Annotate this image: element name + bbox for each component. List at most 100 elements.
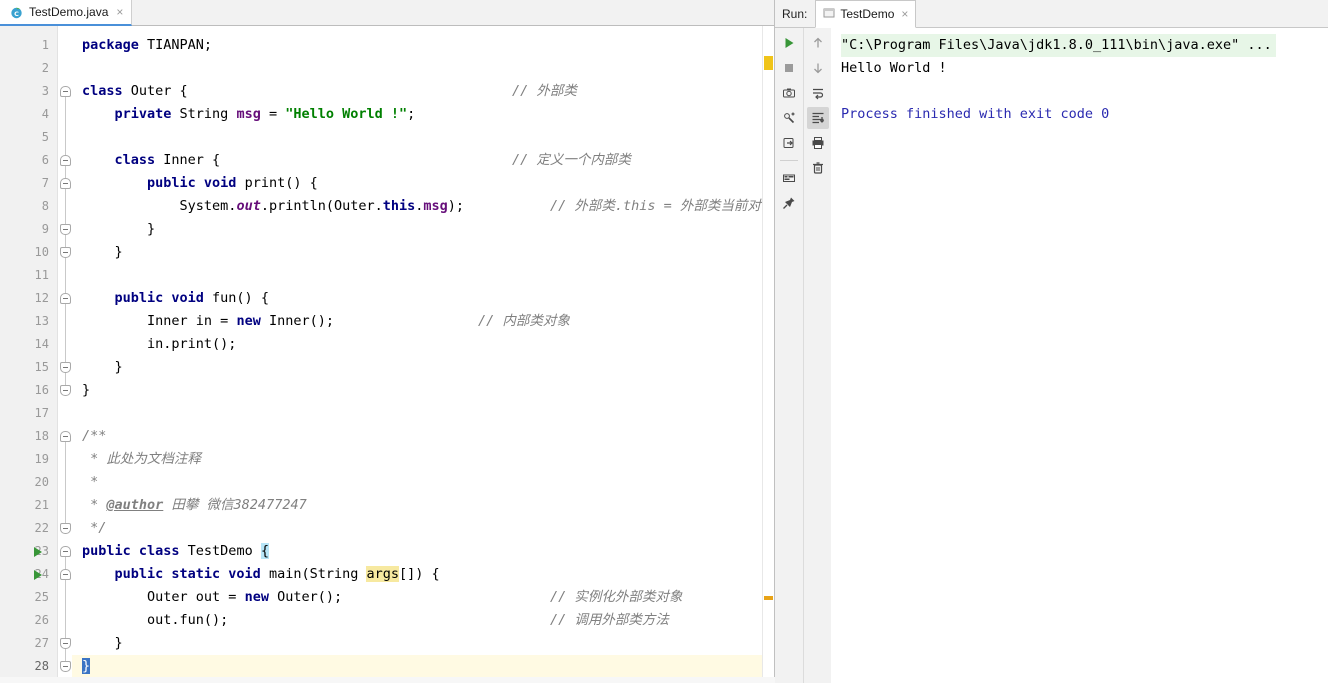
print-icon[interactable] xyxy=(807,132,829,154)
code-line[interactable]: private String msg = "Hello World !"; xyxy=(82,103,416,126)
code-token: TIANPAN; xyxy=(147,37,213,53)
code-token: private xyxy=(82,106,180,122)
fold-toggle-icon[interactable] xyxy=(60,247,71,258)
fold-toggle-icon[interactable] xyxy=(60,155,71,166)
code-line[interactable]: * 此处为文档注释 xyxy=(82,448,201,471)
code-line[interactable]: } xyxy=(82,356,123,379)
code-line[interactable]: class Outer { xyxy=(82,80,188,103)
close-icon[interactable]: × xyxy=(899,8,908,20)
scroll-to-end-icon[interactable] xyxy=(806,107,829,129)
code-folding-strip[interactable] xyxy=(58,26,72,683)
line-number: 26 xyxy=(34,613,49,627)
console-output[interactable]: "C:\Program Files\Java\jdk1.8.0_111\bin\… xyxy=(831,28,1328,683)
arrow-down-icon[interactable] xyxy=(807,57,829,79)
code-line[interactable]: * xyxy=(82,471,98,494)
code-token: print() { xyxy=(244,175,318,191)
code-line[interactable]: } xyxy=(82,632,123,655)
code-line[interactable]: public static void main(String args[]) { xyxy=(82,563,440,586)
close-icon[interactable]: × xyxy=(114,6,123,18)
scrollbar-marker[interactable] xyxy=(764,596,773,600)
code-token: in.print(); xyxy=(82,336,237,352)
fold-toggle-icon[interactable] xyxy=(60,362,71,373)
pin-icon[interactable] xyxy=(778,192,800,214)
fold-toggle-icon[interactable] xyxy=(60,178,71,189)
console-icon[interactable] xyxy=(778,167,800,189)
run-line-icon[interactable] xyxy=(34,570,42,580)
line-number: 21 xyxy=(34,498,49,512)
code-line[interactable]: public void print() { xyxy=(82,172,318,195)
line-number: 25 xyxy=(34,590,49,604)
line-number: 1 xyxy=(41,38,49,52)
code-comment: // 调用外部类方法 xyxy=(550,612,669,628)
fold-toggle-icon[interactable] xyxy=(60,224,71,235)
soft-wrap-icon[interactable] xyxy=(807,82,829,104)
editor-bottom-strip xyxy=(0,677,775,683)
code-token: new xyxy=(244,589,278,605)
code-comment: // 实例化外部类对象 xyxy=(550,589,683,605)
rerun-icon[interactable] xyxy=(778,32,800,54)
run-tab-label: TestDemo xyxy=(840,7,895,21)
code-line[interactable]: out.fun(); xyxy=(82,609,228,632)
code-line[interactable]: } xyxy=(82,218,155,241)
line-number: 6 xyxy=(41,153,49,167)
editor-tab-testdemo[interactable]: C TestDemo.java × xyxy=(0,0,133,26)
console-line: Process finished with exit code 0 xyxy=(841,106,1110,122)
arrow-up-icon[interactable] xyxy=(807,32,829,54)
camera-icon[interactable] xyxy=(778,82,800,104)
run-toolbar-right xyxy=(803,28,831,683)
code-token: Outer(); xyxy=(277,589,343,605)
line-number: 28 xyxy=(34,659,49,673)
line-number: 18 xyxy=(34,429,49,443)
fold-toggle-icon[interactable] xyxy=(60,385,71,396)
code-token: []) { xyxy=(399,566,440,582)
code-token: public class xyxy=(82,543,188,559)
code-line[interactable]: System.out.println(Outer.this.msg); xyxy=(82,195,465,218)
code-line[interactable]: in.print(); xyxy=(82,333,236,356)
scrollbar-marker[interactable] xyxy=(764,56,773,70)
trash-icon[interactable] xyxy=(807,157,829,179)
code-line[interactable]: public void fun() { xyxy=(82,287,269,310)
line-number: 14 xyxy=(34,337,49,351)
code-line[interactable]: /** xyxy=(82,425,106,448)
run-tab-testdemo[interactable]: TestDemo × xyxy=(815,0,917,28)
ide-window: C TestDemo.java × 1 2 3 4 5 6 7 8 9 10 11 12 13 14 15 1… xyxy=(0,0,1328,683)
fold-toggle-icon[interactable] xyxy=(60,523,71,534)
line-number: 13 xyxy=(34,314,49,328)
fold-toggle-icon[interactable] xyxy=(60,638,71,649)
code-line[interactable]: } xyxy=(82,379,90,402)
code-text-area[interactable]: package TIANPAN; class Outer { // 外部类 priv… xyxy=(72,26,762,683)
code-comment: // 外部类 xyxy=(512,83,577,99)
line-number: 7 xyxy=(41,176,49,190)
run-line-icon[interactable] xyxy=(34,547,42,557)
code-line[interactable]: } xyxy=(82,655,91,678)
code-line[interactable]: } xyxy=(82,241,123,264)
code-token: 田攀 微信382477247 xyxy=(163,497,307,513)
code-line[interactable]: class Inner { xyxy=(82,149,221,172)
code-token: * 此处为文档注释 xyxy=(82,451,201,467)
code-token: msg xyxy=(236,106,261,122)
code-line[interactable]: * @author 田攀 微信382477247 xyxy=(82,494,307,517)
editor-marker-scrollbar[interactable] xyxy=(762,26,774,683)
code-line[interactable]: package TIANPAN; xyxy=(82,34,212,57)
fold-toggle-icon[interactable] xyxy=(60,431,71,442)
fold-toggle-icon[interactable] xyxy=(60,546,71,557)
code-line[interactable]: Inner in = new Inner(); xyxy=(82,310,334,333)
editor-tab-strip: C TestDemo.java × xyxy=(0,0,774,26)
restore-layout-icon[interactable] xyxy=(778,107,800,129)
fold-toggle-icon[interactable] xyxy=(60,661,71,672)
editor-body: 1 2 3 4 5 6 7 8 9 10 11 12 13 14 15 16 17 18 19 20 21 22 23 24 2… xyxy=(0,26,774,683)
fold-connector-line xyxy=(65,185,66,225)
export-icon[interactable] xyxy=(778,132,800,154)
line-number: 2 xyxy=(41,61,49,75)
stop-icon[interactable] xyxy=(778,57,800,79)
fold-toggle-icon[interactable] xyxy=(60,293,71,304)
code-token: /** xyxy=(82,428,107,444)
code-line[interactable]: public class TestDemo { xyxy=(82,540,269,563)
code-token: public void xyxy=(82,175,245,191)
code-token: { xyxy=(260,543,269,559)
code-line[interactable]: */ xyxy=(82,517,106,540)
code-token: package xyxy=(82,37,148,53)
fold-toggle-icon[interactable] xyxy=(60,86,71,97)
fold-toggle-icon[interactable] xyxy=(60,569,71,580)
code-line[interactable]: Outer out = new Outer(); xyxy=(82,586,342,609)
